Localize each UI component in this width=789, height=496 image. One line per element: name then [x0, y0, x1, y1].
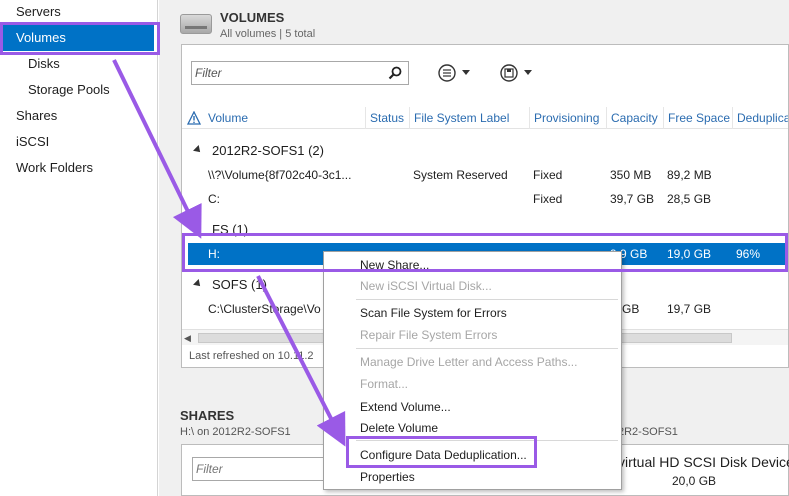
volumes-subtitle: All volumes | 5 total — [220, 28, 316, 40]
sidebar-item-work-folders[interactable]: Work Folders — [16, 155, 93, 181]
group-header-2012r2-sofs1[interactable]: 2012R2-SOFS1 (2) — [193, 143, 324, 158]
collapse-triangle-icon[interactable] — [193, 145, 203, 155]
collapse-triangle-icon[interactable] — [193, 279, 203, 289]
volumes-filter-input[interactable] — [192, 62, 382, 84]
column-status[interactable]: Status — [366, 107, 410, 129]
volume-drive-icon — [180, 14, 212, 34]
shares-subtitle: H:\ on 2012R2-SOFS1 — [180, 426, 291, 438]
menu-item-repair-file-system: Repair File System Errors — [360, 328, 498, 342]
sidebar-item-disks[interactable]: Disks — [28, 51, 60, 77]
menu-separator — [356, 299, 618, 300]
list-options-icon — [438, 64, 470, 82]
group-header-fs[interactable]: FS (1) — [193, 222, 248, 237]
disk-size: 20,0 GB — [672, 474, 717, 488]
column-capacity[interactable]: Capacity — [607, 107, 664, 129]
menu-item-scan-file-system[interactable]: Scan File System for Errors — [360, 303, 507, 323]
column-provisioning[interactable]: Provisioning — [530, 107, 607, 129]
collapse-triangle-icon[interactable] — [193, 224, 203, 234]
disk-subtitle: 2R2-SOFS1 — [618, 426, 678, 438]
column-volume[interactable]: Volume — [204, 107, 366, 129]
sidebar-item-volumes[interactable]: Volumes — [2, 25, 154, 51]
sidebar-item-shares[interactable]: Shares — [16, 103, 57, 129]
menu-item-manage-drive-letter: Manage Drive Letter and Access Paths... — [360, 355, 578, 369]
menu-item-delete-volume[interactable]: Delete Volume — [360, 418, 438, 438]
menu-item-new-iscsi-virtual-disk: New iSCSI Virtual Disk... — [360, 279, 492, 293]
menu-item-format: Format... — [360, 377, 409, 391]
column-deduplication[interactable]: Deduplica — [733, 107, 788, 129]
table-row[interactable]: C: Fixed 39,7 GB 28,5 GB — [182, 188, 788, 210]
shares-title: SHARES — [180, 408, 235, 423]
menu-item-new-share[interactable]: New Share... — [360, 255, 429, 275]
sidebar: Servers Volumes Disks Storage Pools Shar… — [0, 0, 158, 496]
menu-item-configure-data-deduplication[interactable]: Configure Data Deduplication... — [360, 445, 527, 465]
volumes-filter — [191, 61, 409, 85]
menu-separator — [356, 348, 618, 349]
list-options-button[interactable] — [436, 62, 478, 84]
sidebar-item-servers[interactable]: Servers — [16, 0, 61, 25]
table-row[interactable]: \\?\Volume{8f702c40-3c1... System Reserv… — [182, 164, 788, 186]
search-icon[interactable] — [388, 66, 402, 80]
column-file-system-label[interactable]: File System Label — [410, 107, 530, 129]
disk-name: virtual HD SCSI Disk Device — [618, 454, 789, 470]
volumes-title: VOLUMES — [220, 10, 285, 25]
sidebar-item-iscsi[interactable]: iSCSI — [16, 129, 49, 155]
last-refreshed-status: Last refreshed on 10.11.2 — [189, 350, 314, 362]
disk-options-icon — [500, 64, 532, 82]
context-menu: New Share... New iSCSI Virtual Disk... S… — [323, 251, 622, 490]
warning-icon — [187, 111, 201, 125]
group-header-sofs[interactable]: SOFS (1) — [193, 277, 267, 292]
menu-item-extend-volume[interactable]: Extend Volume... — [360, 397, 451, 417]
menu-separator — [356, 440, 618, 441]
sidebar-item-storage-pools[interactable]: Storage Pools — [28, 77, 110, 103]
scroll-left-icon[interactable]: ◀ — [184, 333, 191, 344]
column-free-space[interactable]: Free Space — [664, 107, 733, 129]
volumes-column-header: Volume Status File System Label Provisio… — [182, 107, 788, 129]
menu-item-properties[interactable]: Properties — [360, 467, 415, 487]
save-query-button[interactable] — [498, 62, 540, 84]
